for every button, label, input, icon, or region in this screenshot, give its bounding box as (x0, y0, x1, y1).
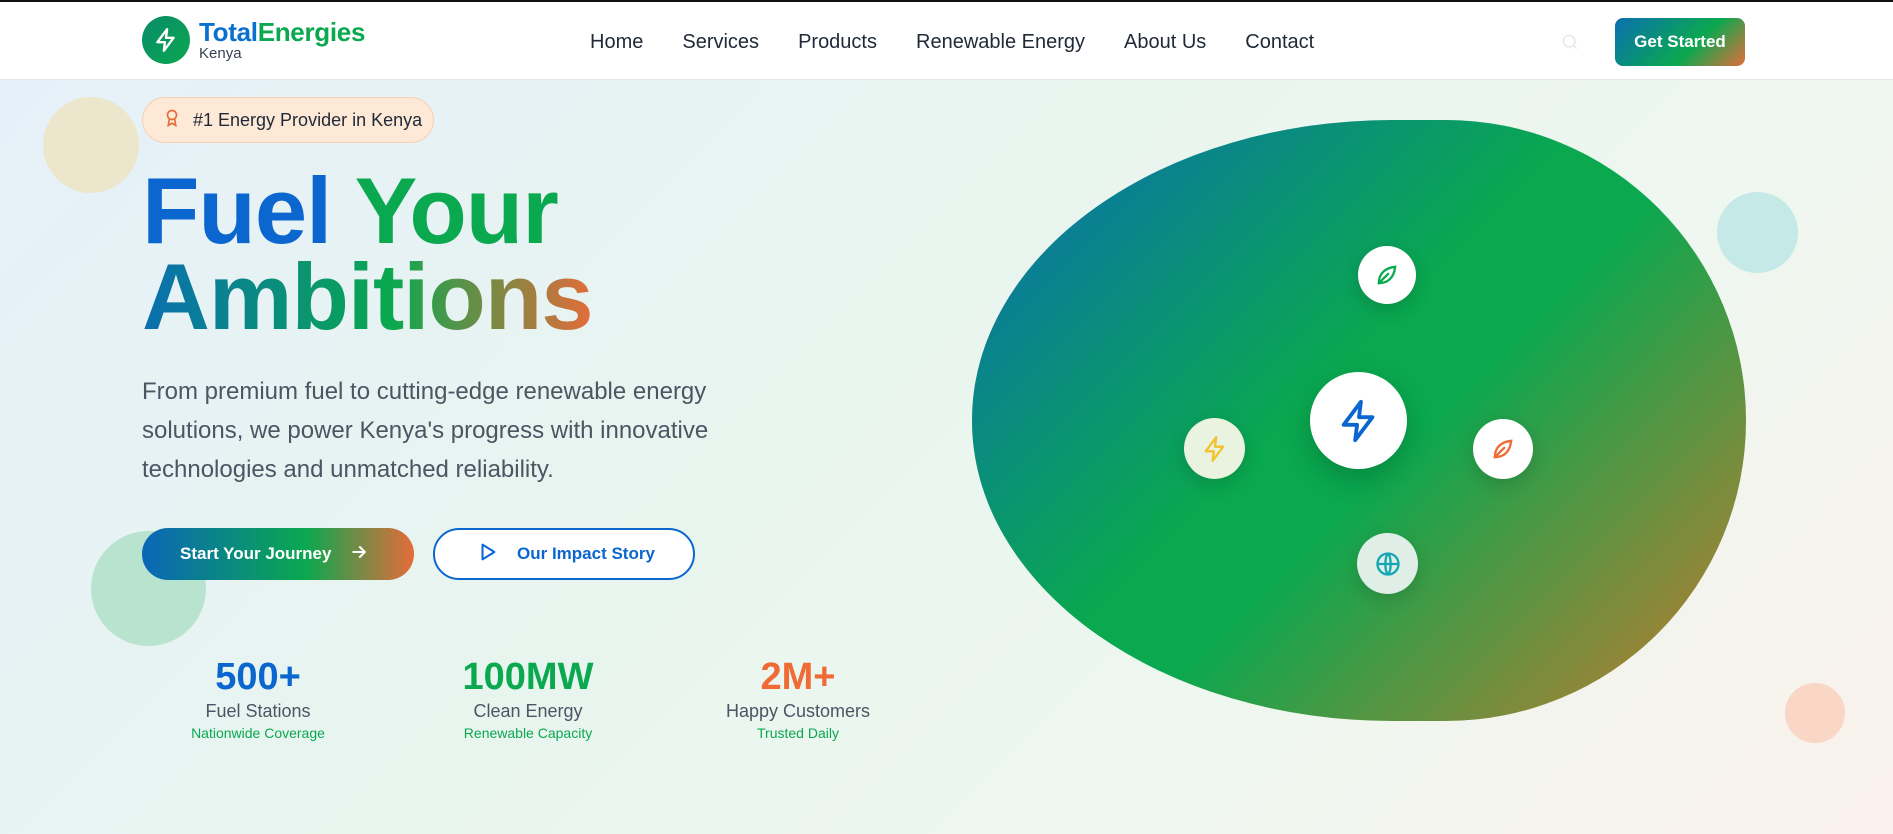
stat-label: Happy Customers (725, 701, 871, 721)
nav-home[interactable]: Home (590, 28, 643, 56)
start-journey-label: Start Your Journey (180, 544, 332, 563)
main-menu: Home Services Products Renewable Energy … (590, 28, 1353, 56)
impact-story-label: Our Impact Story (517, 544, 655, 563)
stat-subtext: Trusted Daily (757, 725, 839, 741)
stat-value: 2M+ (760, 656, 836, 698)
brand-name: TotalEnergies (199, 18, 365, 46)
stat-fuel-stations: 500+ Fuel Stations Nationwide Coverage (158, 655, 358, 743)
search-icon[interactable] (1560, 32, 1580, 57)
stat-label: Fuel Stations (205, 701, 311, 721)
start-journey-button[interactable]: Start Your Journey (142, 528, 414, 580)
center-lightning-icon (1310, 372, 1407, 469)
nav-products[interactable]: Products (798, 28, 877, 56)
stat-value: 100MW (462, 656, 594, 698)
award-icon (163, 108, 181, 133)
globe-icon (1357, 533, 1418, 594)
navbar: TotalEnergies Kenya Home Services Produc… (0, 2, 1893, 80)
provider-badge: #1 Energy Provider in Kenya (142, 97, 434, 143)
stat-value: 500+ (215, 656, 301, 698)
hero-description: From premium fuel to cutting-edge renewa… (142, 378, 709, 483)
stat-label: Clean Energy (473, 701, 583, 721)
nav-about-us[interactable]: About Us (1124, 28, 1206, 56)
headline-word-ambitions: Ambitions (142, 244, 594, 349)
stat-clean-energy: 100MW Clean Energy Renewable Capacity (428, 655, 628, 743)
get-started-button[interactable]: Get Started (1615, 18, 1745, 66)
nav-services[interactable]: Services (682, 28, 759, 56)
stat-subtext: Renewable Capacity (463, 725, 593, 741)
lightning-icon (1184, 418, 1245, 479)
impact-story-button[interactable]: Our Impact Story (433, 528, 695, 580)
nav-renewable-energy[interactable]: Renewable Energy (916, 28, 1085, 56)
stat-subtext: Nationwide Coverage (191, 725, 325, 741)
brand-name-part1: Total (199, 17, 258, 47)
logo-lightning-icon[interactable] (142, 16, 190, 64)
nav-contact[interactable]: Contact (1245, 28, 1314, 56)
brand[interactable]: TotalEnergies Kenya (199, 18, 365, 62)
badge-text: #1 Energy Provider in Kenya (193, 109, 423, 130)
arrow-right-icon (349, 542, 369, 567)
play-icon (477, 541, 499, 568)
leaf-icon (1358, 246, 1416, 304)
brand-name-part2: Energies (257, 17, 366, 47)
decor-bubble (1717, 192, 1798, 273)
brand-subtitle: Kenya (199, 45, 242, 62)
decor-bubble (43, 97, 139, 193)
stat-happy-customers: 2M+ Happy Customers Trusted Daily (698, 655, 898, 743)
hero-headline: Fuel Your Ambitions (142, 164, 594, 344)
leaf-icon (1473, 419, 1533, 479)
decor-bubble (1785, 683, 1845, 743)
